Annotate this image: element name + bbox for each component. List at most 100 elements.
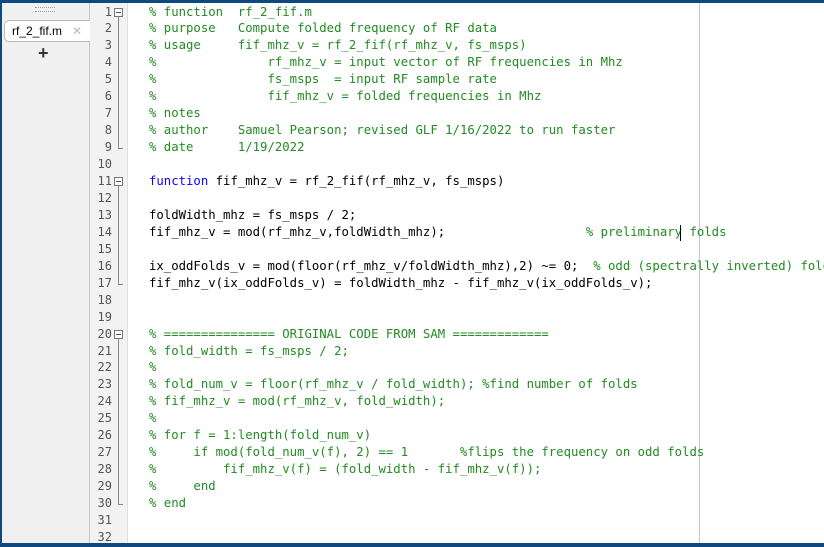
line-number: 27 — [97, 445, 112, 460]
code-line[interactable]: % — [149, 410, 156, 427]
code-line[interactable]: ix_oddFolds_v = mod(floor(rf_mhz_v/foldW… — [149, 258, 824, 275]
line-number: 15 — [97, 241, 112, 256]
code-line[interactable]: % author Samuel Pearson; revised GLF 1/1… — [149, 122, 615, 139]
fold-range-line — [118, 338, 119, 505]
panel-drag-handle[interactable] — [35, 7, 55, 12]
code-keyword: function — [149, 174, 209, 188]
code-comment: % — [149, 411, 157, 426]
line-number: 14 — [97, 224, 112, 239]
code-comment: % for f = 1:length(fold_num_v) — [149, 428, 372, 443]
text-cursor — [680, 225, 681, 241]
line-number: 10 — [97, 157, 112, 172]
code-line[interactable]: % fold_width = fs_msps / 2; — [149, 343, 349, 360]
code-line[interactable]: % fif_mhz_v = mod(rf_mhz_v, fold_width); — [149, 393, 445, 410]
code-line[interactable]: % rf_mhz_v = input vector of RF frequenc… — [149, 54, 623, 71]
code-line[interactable]: % date 1/19/2022 — [149, 139, 304, 156]
line-number: 20 — [97, 326, 112, 341]
line-number: 7 — [104, 106, 112, 121]
line-number: 4 — [104, 55, 112, 70]
gutter-separator — [127, 3, 128, 543]
code-comment: % — [149, 360, 157, 375]
line-number: 3 — [104, 38, 112, 53]
fold-range-line — [118, 16, 119, 149]
code-comment: % end — [149, 496, 187, 511]
code-comment: % fif_mhz_v(f) = (fold_width - fif_mhz_v… — [149, 462, 542, 477]
file-tab[interactable]: rf_2_fif.m ✕ — [4, 20, 90, 42]
line-number: 31 — [97, 513, 112, 527]
line-number: 12 — [97, 190, 112, 205]
line-number: 8 — [104, 123, 112, 138]
code-text: ix_oddFolds_v = mod(floor(rf_mhz_v/foldW… — [149, 258, 594, 273]
code-comment: % function rf_2_fif.m — [149, 4, 312, 19]
code-comment: % preliminary folds — [585, 224, 727, 239]
line-number: 2 — [104, 21, 112, 36]
code-comment: % author Samuel Pearson; revised GLF 1/1… — [149, 123, 616, 138]
code-comment: % fs_msps = input RF sample rate — [149, 72, 497, 87]
code-line[interactable]: % purpose Compute folded frequency of RF… — [149, 20, 497, 37]
fold-range-line — [118, 186, 119, 284]
code-line[interactable]: foldWidth_mhz = fs_msps / 2; — [149, 207, 356, 224]
code-comment: % fif_mhz_v = folded frequencies in Mhz — [149, 89, 542, 104]
line-number: 25 — [97, 411, 112, 426]
line-number: 13 — [97, 207, 112, 222]
line-number: 6 — [104, 89, 112, 104]
fold-end-marker — [118, 504, 123, 506]
editor-gutter: 1 2 3 4 5 6 7 8 9 10 11 12 13 14 15 16 17 18 19 20 21 22 23 24 2… — [90, 3, 127, 543]
code-comment: % purpose Compute folded frequency of RF… — [149, 21, 497, 36]
line-number: 28 — [97, 462, 112, 477]
close-icon[interactable]: ✕ — [72, 25, 82, 37]
line-number: 32 — [97, 529, 112, 543]
code-line[interactable]: % end — [149, 495, 186, 512]
code-text: fif_mhz_v = rf_2_fif(rf_mhz_v, fs_msps) — [208, 174, 505, 188]
code-line[interactable]: % notes — [149, 105, 201, 122]
collapse-fold-icon[interactable] — [114, 7, 123, 17]
code-line[interactable]: % usage fif_mhz_v = rf_2_fif(rf_mhz_v, f… — [149, 37, 527, 54]
code-comment: % fif_mhz_v = mod(rf_mhz_v, fold_width); — [149, 394, 446, 409]
line-number: 1 — [104, 4, 112, 19]
code-line[interactable]: fif_mhz_v = mod(rf_mhz_v,foldWidth_mhz);… — [149, 224, 726, 241]
add-tab-button[interactable]: + — [38, 43, 49, 63]
collapse-fold-icon[interactable] — [114, 177, 123, 186]
code-text: fif_mhz_v(ix_oddFolds_v) = foldWidth_mhz… — [149, 275, 653, 290]
file-tab-panel: rf_2_fif.m ✕ + — [2, 3, 90, 543]
line-number: 5 — [104, 72, 112, 87]
line-number: 9 — [104, 140, 112, 155]
code-line[interactable]: % fif_mhz_v = folded frequencies in Mhz — [149, 88, 541, 105]
code-line[interactable]: function fif_mhz_v = rf_2_fif(rf_mhz_v, … — [149, 173, 504, 190]
code-line[interactable]: fif_mhz_v(ix_oddFolds_v) = foldWidth_mhz… — [149, 275, 652, 292]
code-line[interactable]: % end — [149, 478, 216, 495]
line-number: 29 — [97, 479, 112, 494]
code-line[interactable]: % if mod(fold_num_v(f), 2) == 1 %flips t… — [149, 444, 704, 461]
line-number: 18 — [97, 292, 112, 307]
code-line[interactable]: % — [149, 359, 156, 376]
code-text: foldWidth_mhz = fs_msps / 2; — [149, 207, 357, 222]
code-line[interactable]: % fif_mhz_v(f) = (fold_width - fif_mhz_v… — [149, 461, 541, 478]
collapse-fold-icon[interactable] — [114, 329, 123, 339]
code-line[interactable]: % fs_msps = input RF sample rate — [149, 71, 497, 88]
line-number: 24 — [97, 394, 112, 409]
fold-end-marker — [118, 283, 123, 285]
code-comment: % usage fif_mhz_v = rf_2_fif(rf_mhz_v, f… — [149, 38, 527, 53]
code-comment: % rf_mhz_v = input vector of RF frequenc… — [149, 55, 623, 70]
code-editor[interactable]: 1 2 3 4 5 6 7 8 9 10 11 12 13 14 15 16 17 18 19 20 21 22 23 24 2… — [90, 3, 824, 543]
line-number: 23 — [97, 377, 112, 392]
code-comment: % end — [149, 479, 216, 494]
code-line[interactable]: % function rf_2_fif.m — [149, 4, 312, 21]
line-number: 30 — [97, 496, 112, 511]
window-bottom-border — [0, 543, 824, 547]
line-number: 26 — [97, 428, 112, 443]
code-comment: % fold_num_v = floor(rf_mhz_v / fold_wid… — [149, 377, 638, 392]
line-number: 17 — [97, 275, 112, 290]
code-comment: % if mod(fold_num_v(f), 2) == 1 %flips t… — [149, 445, 705, 460]
code-comment: % notes — [149, 106, 201, 121]
code-comment: % =============== ORIGINAL CODE FROM SAM… — [149, 326, 549, 341]
line-number: 21 — [97, 343, 112, 358]
code-line[interactable]: % for f = 1:length(fold_num_v) — [149, 427, 371, 444]
code-line[interactable]: % =============== ORIGINAL CODE FROM SAM… — [149, 326, 549, 343]
code-comment: % odd (spectrally inverted) folds — [593, 258, 824, 273]
line-number: 22 — [97, 360, 112, 375]
fold-end-marker — [118, 148, 123, 150]
code-line[interactable]: % fold_num_v = floor(rf_mhz_v / fold_wid… — [149, 376, 638, 393]
line-number: 16 — [97, 258, 112, 273]
line-number: 19 — [97, 309, 112, 324]
